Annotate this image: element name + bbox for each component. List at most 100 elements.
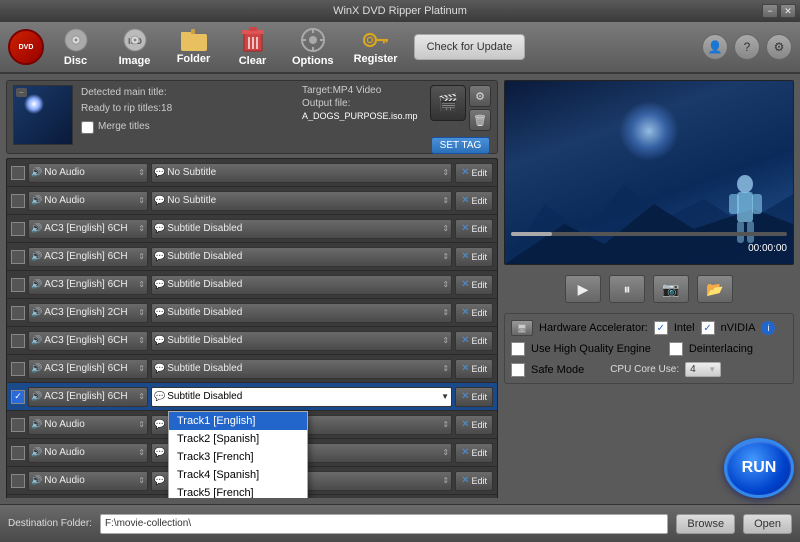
edit-btn-1[interactable]: ✕Edit xyxy=(455,191,493,211)
info-icon[interactable]: i xyxy=(761,321,775,335)
hw-accel-label: Hardware Accelerator: xyxy=(539,322,648,334)
subtitle-select-2[interactable]: 💬Subtitle Disabled⇕ xyxy=(151,219,452,239)
folder-open-btn[interactable]: 📂 xyxy=(697,275,733,303)
track-row: 🔊No Audio⇕💬No Subtitle⇕✕Edit xyxy=(7,159,497,187)
subtitle-select-8[interactable]: 💬Subtitle Disabled▼ xyxy=(151,387,452,407)
preview-glow xyxy=(619,101,679,161)
dropdown-item[interactable]: Track1 [English] xyxy=(169,412,307,430)
play-btn[interactable]: ▶ xyxy=(565,275,601,303)
track-checkbox-10[interactable] xyxy=(11,446,25,460)
edit-btn-6[interactable]: ✕Edit xyxy=(455,331,493,351)
edit-btn-10[interactable]: ✕Edit xyxy=(455,443,493,463)
audio-select-5[interactable]: 🔊AC3 [English] 2CH⇕ xyxy=(28,303,148,323)
audio-select-1[interactable]: 🔊No Audio⇕ xyxy=(28,191,148,211)
edit-btn-5[interactable]: ✕Edit xyxy=(455,303,493,323)
edit-btn-4[interactable]: ✕Edit xyxy=(455,275,493,295)
minimize-btn[interactable]: − xyxy=(762,4,778,18)
destination-path[interactable]: F:\movie-collection\ xyxy=(100,514,668,534)
audio-select-2[interactable]: 🔊AC3 [English] 6CH⇕ xyxy=(28,219,148,239)
subtitle-dropdown[interactable]: Track1 [English]Track2 [Spanish]Track3 [… xyxy=(168,411,308,498)
audio-select-3[interactable]: 🔊AC3 [English] 6CH⇕ xyxy=(28,247,148,267)
dropdown-item[interactable]: Track5 [French] xyxy=(169,484,307,498)
subtitle-select-4[interactable]: 💬Subtitle Disabled⇕ xyxy=(151,275,452,295)
track-checkbox-5[interactable] xyxy=(11,306,25,320)
run-button[interactable]: RUN xyxy=(724,438,794,498)
track-checkbox-2[interactable] xyxy=(11,222,25,236)
audio-select-11[interactable]: 🔊No Audio⇕ xyxy=(28,471,148,491)
safe-checkbox[interactable] xyxy=(511,363,525,377)
pause-btn[interactable]: ⏸ xyxy=(609,275,645,303)
track-row: 🔊AC3 [English] 6CH⇕💬Subtitle Disabled⇕✕E… xyxy=(7,215,497,243)
track-checkbox-3[interactable] xyxy=(11,250,25,264)
browse-button[interactable]: Browse xyxy=(676,514,735,534)
audio-select-9[interactable]: 🔊No Audio⇕ xyxy=(28,415,148,435)
gear-small-btn[interactable]: ⚙ xyxy=(469,85,491,107)
deinterlace-checkbox[interactable] xyxy=(669,342,683,356)
audio-select-0[interactable]: 🔊No Audio⇕ xyxy=(28,163,148,183)
audio-select-8[interactable]: 🔊AC3 [English] 6CH⇕ xyxy=(28,387,148,407)
quality-checkbox[interactable] xyxy=(511,342,525,356)
track-row: ✓🔊AC3 [English] 6CH⇕💬Subtitle Disabled▼✕… xyxy=(7,383,497,411)
edit-btn-9[interactable]: ✕Edit xyxy=(455,415,493,435)
dropdown-item[interactable]: Track4 [Spanish] xyxy=(169,466,307,484)
check-update-button[interactable]: Check for Update xyxy=(414,34,526,60)
set-tag-btn[interactable]: SET TAG xyxy=(431,137,491,154)
help-icon-btn[interactable]: ? xyxy=(734,34,760,60)
edit-btn-11[interactable]: ✕Edit xyxy=(455,471,493,491)
track-row: 🔊AC3 [English] 6CH⇕💬Subtitle Disabled⇕✕E… xyxy=(7,243,497,271)
track-checkbox-11[interactable] xyxy=(11,474,25,488)
edit-btn-8[interactable]: ✕Edit xyxy=(455,387,493,407)
settings-icon-btn[interactable]: ⚙ xyxy=(766,34,792,60)
delete-small-btn[interactable]: 🗑 xyxy=(469,109,491,131)
folder-button[interactable]: Folder xyxy=(166,25,221,69)
options-button[interactable]: Options xyxy=(284,25,342,69)
intel-checkbox[interactable]: ✓ xyxy=(654,321,668,335)
disc-button[interactable]: Disc xyxy=(48,25,103,69)
key-icon xyxy=(362,29,390,51)
info-bar: − Detected main title: Ready to rip titl… xyxy=(6,80,498,154)
track-checkbox-0[interactable] xyxy=(11,166,25,180)
subtitle-select-6[interactable]: 💬Subtitle Disabled⇕ xyxy=(151,331,452,351)
audio-select-7[interactable]: 🔊AC3 [English] 6CH⇕ xyxy=(28,359,148,379)
subtitle-select-7[interactable]: 💬Subtitle Disabled⇕ xyxy=(151,359,452,379)
dropdown-item[interactable]: Track2 [Spanish] xyxy=(169,430,307,448)
subtitle-select-0[interactable]: 💬No Subtitle⇕ xyxy=(151,163,452,183)
register-button[interactable]: Register xyxy=(346,25,406,69)
user-icon-btn[interactable]: 👤 xyxy=(702,34,728,60)
track-row: 🔊AC3 [English] 2CH⇕💬Subtitle Disabled⇕✕E… xyxy=(7,299,497,327)
subtitle-select-1[interactable]: 💬No Subtitle⇕ xyxy=(151,191,452,211)
edit-btn-2[interactable]: ✕Edit xyxy=(455,219,493,239)
options-panel: 🖥 Hardware Accelerator: ✓ Intel ✓ nVIDIA… xyxy=(504,313,794,384)
audio-select-6[interactable]: 🔊AC3 [English] 6CH⇕ xyxy=(28,331,148,351)
open-button[interactable]: Open xyxy=(743,514,792,534)
track-checkbox-4[interactable] xyxy=(11,278,25,292)
film-icon-btn[interactable]: 🎬 xyxy=(430,85,466,121)
edit-btn-7[interactable]: ✕Edit xyxy=(455,359,493,379)
nvidia-checkbox[interactable]: ✓ xyxy=(701,321,715,335)
edit-btn-3[interactable]: ✕Edit xyxy=(455,247,493,267)
options-icon xyxy=(299,27,327,53)
track-checkbox-9[interactable] xyxy=(11,418,25,432)
dropdown-item[interactable]: Track3 [French] xyxy=(169,448,307,466)
safe-label: Safe Mode xyxy=(531,364,584,376)
close-btn[interactable]: ✕ xyxy=(780,4,796,18)
track-checkbox-8[interactable]: ✓ xyxy=(11,390,25,404)
image-button[interactable]: ISO Image xyxy=(107,25,162,69)
track-checkbox-6[interactable] xyxy=(11,334,25,348)
tracks-wrapper: 🔊No Audio⇕💬No Subtitle⇕✕Edit🔊No Audio⇕💬N… xyxy=(6,158,498,498)
clear-button[interactable]: Clear xyxy=(225,25,280,69)
audio-select-4[interactable]: 🔊AC3 [English] 6CH⇕ xyxy=(28,275,148,295)
edit-btn-0[interactable]: ✕Edit xyxy=(455,163,493,183)
quality-row: Use High Quality Engine Deinterlacing xyxy=(511,342,787,356)
subtitle-select-3[interactable]: 💬Subtitle Disabled⇕ xyxy=(151,247,452,267)
track-checkbox-1[interactable] xyxy=(11,194,25,208)
track-checkbox-7[interactable] xyxy=(11,362,25,376)
cpu-select[interactable]: 4 ▼ xyxy=(685,362,721,377)
quality-label: Use High Quality Engine xyxy=(531,343,651,355)
hw-icon: 🖥 xyxy=(511,320,533,336)
audio-select-10[interactable]: 🔊No Audio⇕ xyxy=(28,443,148,463)
screenshot-btn[interactable]: 📷 xyxy=(653,275,689,303)
merge-checkbox[interactable] xyxy=(81,121,94,134)
image-icon: ISO xyxy=(121,27,149,53)
subtitle-select-5[interactable]: 💬Subtitle Disabled⇕ xyxy=(151,303,452,323)
